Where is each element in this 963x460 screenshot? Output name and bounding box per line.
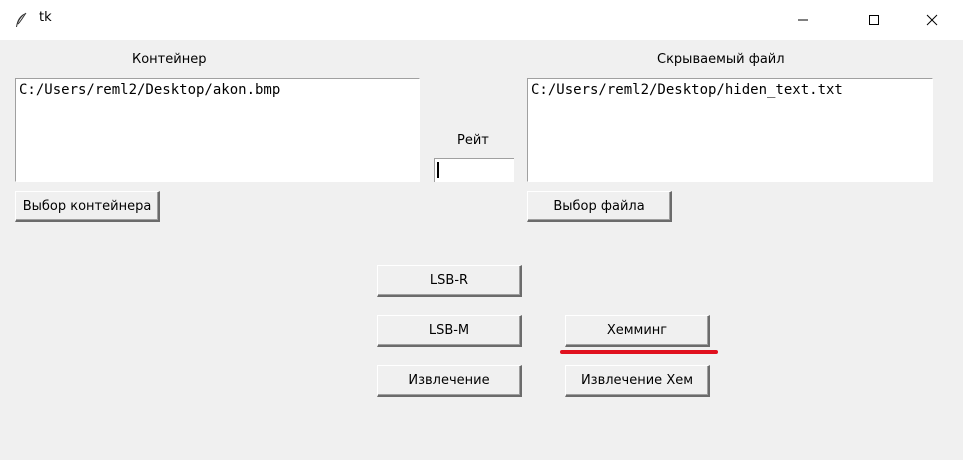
text-caret	[437, 162, 439, 178]
minimize-icon	[798, 19, 808, 21]
select-container-button[interactable]: Выбор контейнера	[15, 191, 160, 222]
hidden-file-label: Скрываемый файл	[657, 52, 785, 67]
lsb-r-button[interactable]: LSB-R	[377, 265, 522, 297]
rate-input[interactable]	[434, 158, 514, 182]
lsb-m-button[interactable]: LSB-M	[377, 315, 522, 347]
close-icon	[926, 14, 938, 26]
container-path-textbox[interactable]: C:/Users/reml2/Desktop/akon.bmp	[15, 78, 420, 182]
hamming-button[interactable]: Хемминг	[565, 315, 710, 347]
hidden-file-path-textbox[interactable]: C:/Users/reml2/Desktop/hiden_text.txt	[527, 78, 933, 182]
maximize-icon	[869, 15, 879, 25]
title-bar[interactable]: tk	[0, 0, 963, 40]
minimize-button[interactable]	[780, 0, 826, 40]
feather-icon	[14, 12, 28, 28]
extract-hamming-button[interactable]: Извлечение Хем	[565, 365, 710, 397]
container-label: Контейнер	[132, 52, 207, 67]
extract-button[interactable]: Извлечение	[377, 365, 522, 397]
close-button[interactable]	[909, 0, 955, 40]
app-window: tk Контейнер C:/Users/reml2/Desktop/akon…	[0, 0, 963, 460]
window-title: tk	[39, 10, 52, 25]
rate-label: Рейт	[457, 133, 489, 148]
select-file-button[interactable]: Выбор файла	[527, 191, 672, 222]
red-underline-annotation	[560, 350, 718, 354]
maximize-button[interactable]	[851, 0, 897, 40]
